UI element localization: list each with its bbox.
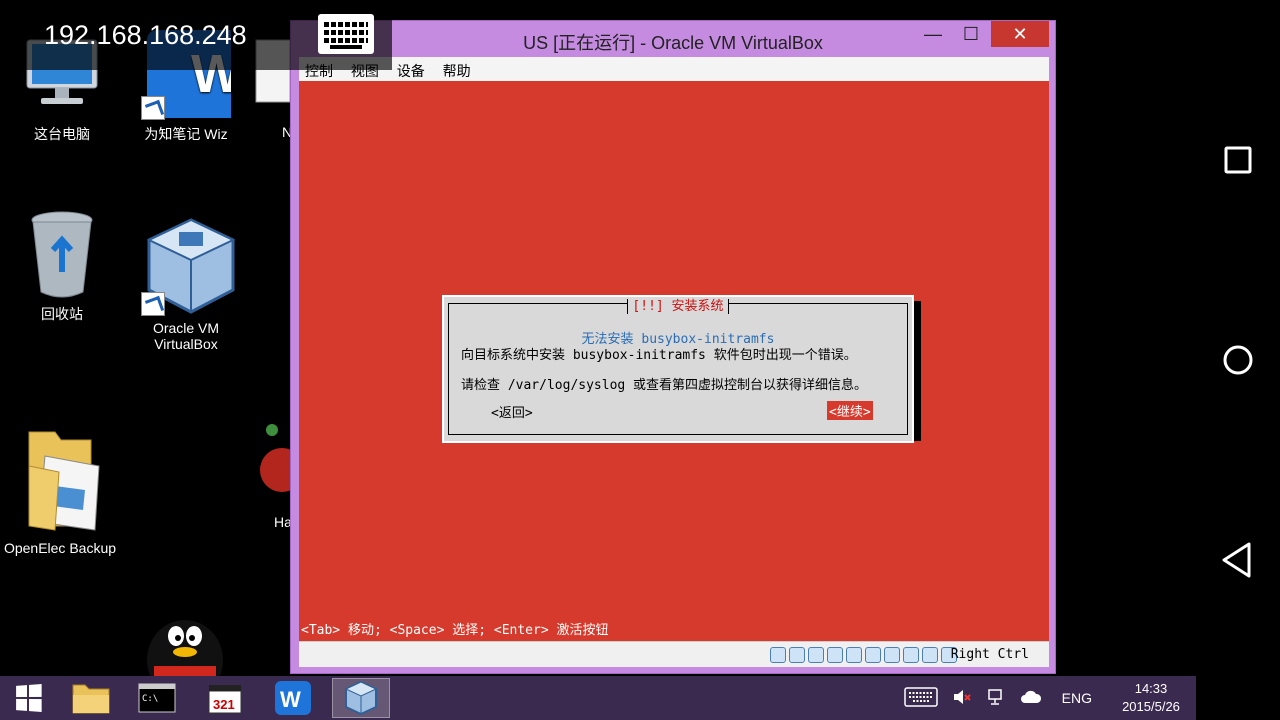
wiz-icon: W [275, 681, 311, 715]
recent-apps-icon[interactable] [1218, 140, 1258, 180]
taskbar-file-explorer[interactable] [62, 678, 120, 718]
status-bar: Right Ctrl [299, 641, 1049, 667]
back-button[interactable]: <返回> [491, 402, 533, 421]
system-tray: ENG 14:33 2015/5/26 [890, 676, 1196, 720]
desktop-icon-label: Ha [274, 514, 290, 530]
desktop-icon-label: Oracle VM VirtualBox [152, 320, 220, 352]
taskbar: C:\ 321 W ENG 14:33 2015/5/26 [0, 676, 1196, 720]
remote-ip-text: 192.168.168.248 [44, 20, 247, 50]
audio-icon[interactable] [808, 647, 824, 663]
usb-icon[interactable] [846, 647, 862, 663]
virtualbox-icon [141, 216, 236, 316]
shared-folder-icon[interactable] [865, 647, 881, 663]
network-status-icon[interactable] [986, 687, 1006, 710]
clock-date: 2015/5/26 [1122, 699, 1180, 714]
taskbar-wiz[interactable]: W [264, 678, 322, 718]
svg-text:C:\: C:\ [142, 694, 158, 704]
clock[interactable]: 14:33 2015/5/26 [1106, 680, 1196, 716]
taskbar-virtualbox[interactable] [332, 678, 390, 718]
desktop-icon-recycle-bin[interactable]: 回收站 [2, 210, 122, 324]
desktop: 这台电脑 W 为知笔记 Wiz N 回收站 Oracle VM VirtualB… [0, 0, 1196, 700]
desktop-icon-label: N [282, 124, 290, 140]
menu-help[interactable]: 帮助 [437, 57, 479, 81]
menu-bar: 控制 视图 设备 帮助 [299, 57, 1049, 81]
desktop-icon-label: 这台电脑 [34, 126, 90, 142]
shortcut-arrow-icon [141, 96, 165, 120]
virtualbox-window[interactable]: US [正在运行] - Oracle VM VirtualBox — ☐ ✕ 控… [290, 20, 1056, 674]
taskbar-media-player[interactable]: 321 [196, 678, 254, 718]
dialog-frame: [!!] 安装系统 无法安装 busybox-initramfs 向目标系统中安… [448, 299, 908, 435]
cloud-icon[interactable] [1020, 689, 1042, 708]
svg-text:W: W [280, 687, 301, 712]
optical-drive-icon[interactable] [789, 647, 805, 663]
taskbar-command-prompt[interactable]: C:\ [128, 678, 186, 718]
home-icon[interactable] [1218, 340, 1258, 380]
maximize-button[interactable]: ☐ [951, 21, 991, 47]
windows-logo-icon [16, 684, 42, 712]
dialog-title: [!!] 安装系统 [627, 299, 729, 314]
volume-muted-icon[interactable] [952, 687, 972, 710]
network-icon[interactable] [827, 647, 843, 663]
status-icons [770, 647, 957, 663]
qq-penguin-icon[interactable] [140, 612, 230, 700]
desktop-icon-label: 为知笔记 Wiz [144, 126, 228, 142]
virtualbox-icon [344, 680, 378, 716]
hard-disk-icon[interactable] [770, 647, 786, 663]
input-language[interactable]: ENG [1062, 690, 1092, 706]
touch-keyboard-icon[interactable] [903, 686, 938, 710]
close-button[interactable]: ✕ [991, 21, 1049, 47]
shortcut-arrow-icon [141, 292, 165, 316]
screen: 这台电脑 W 为知笔记 Wiz N 回收站 Oracle VM VirtualB… [0, 0, 1280, 720]
dialog-title-wrap: [!!] 安装系统 [449, 295, 907, 314]
folder-icon [72, 684, 110, 714]
dialog-message-line-2: 请检查 /var/log/syslog 或查看第四虚拟控制台以获得详细信息。 [461, 378, 868, 393]
start-button[interactable] [2, 678, 54, 718]
back-icon[interactable] [1218, 540, 1258, 580]
desktop-icon-virtualbox[interactable]: Oracle VM VirtualBox [126, 216, 246, 352]
mouse-integration-icon[interactable] [922, 647, 938, 663]
continue-button[interactable]: <继续> [827, 401, 873, 420]
recycle-bin-icon [17, 210, 107, 300]
clock-time: 14:33 [1134, 681, 1168, 696]
keyboard-icon[interactable] [318, 14, 374, 54]
keyboard-hint: <Tab> 移动; <Space> 选择; <Enter> 激活按钮 [301, 623, 609, 638]
dialog-message-line-1: 向目标系统中安装 busybox-initramfs 软件包时出现一个错误。 [461, 348, 857, 363]
host-key-label: Right Ctrl [950, 647, 1029, 662]
desktop-icon-ha[interactable]: Ha [250, 420, 290, 530]
minimize-button[interactable]: — [913, 21, 953, 47]
installer-dialog: [!!] 安装系统 无法安装 busybox-initramfs 向目标系统中安… [442, 295, 914, 443]
menu-devices[interactable]: 设备 [391, 57, 433, 81]
video-capture-icon[interactable] [903, 647, 919, 663]
folder-icon [15, 426, 105, 536]
clapperboard-icon: 321 [208, 685, 242, 714]
capture-icon[interactable] [884, 647, 900, 663]
vm-display[interactable]: [!!] 安装系统 无法安装 busybox-initramfs 向目标系统中安… [299, 81, 1049, 641]
terminal-icon: C:\ [138, 683, 176, 713]
desktop-icon-openelec-backup[interactable]: OpenElec Backup [0, 426, 120, 556]
desktop-icon-label: OpenElec Backup [3, 540, 117, 556]
app-icon [250, 420, 290, 510]
svg-text:321: 321 [213, 697, 235, 712]
android-nav-bar [1196, 0, 1280, 720]
title-bar[interactable]: US [正在运行] - Oracle VM VirtualBox — ☐ ✕ [291, 21, 1055, 55]
